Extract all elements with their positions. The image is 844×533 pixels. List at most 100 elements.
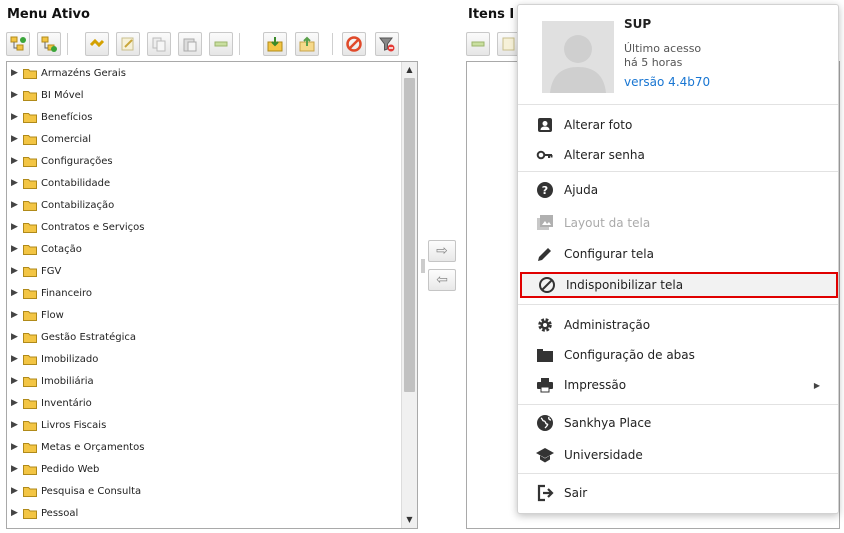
expand-arrow-icon[interactable]: ▶: [11, 486, 22, 496]
tree-node[interactable]: ▶ Cotação: [11, 238, 401, 260]
expand-arrow-icon[interactable]: ▶: [11, 178, 22, 188]
tree-node[interactable]: ▶ Comercial: [11, 128, 401, 150]
folder-icon: [23, 90, 37, 101]
menu-label: Layout da tela: [564, 216, 651, 230]
globe-icon: [537, 415, 553, 431]
expand-arrow-icon[interactable]: ▶: [11, 134, 22, 144]
expand-arrow-icon[interactable]: ▶: [11, 68, 22, 78]
tree-node[interactable]: ▶ Contabilização: [11, 194, 401, 216]
expand-arrow-icon[interactable]: ▶: [11, 420, 22, 430]
menu-tree-panel: ▶ Armazéns Gerais ▶ BI Móvel ▶ Benefícios ▶ Com…: [6, 61, 418, 529]
move-right-button[interactable]: ⇨: [428, 240, 456, 262]
paste-button[interactable]: [178, 32, 202, 56]
export-button[interactable]: [295, 32, 319, 56]
clear-filter-button[interactable]: [375, 32, 399, 56]
folder-icon: [23, 442, 37, 453]
menu-ajuda[interactable]: ? Ajuda: [518, 175, 838, 205]
expand-arrow-icon[interactable]: ▶: [11, 464, 22, 474]
expand-arrow-icon[interactable]: ▶: [11, 244, 22, 254]
tree-node[interactable]: ▶ Flow: [11, 304, 401, 326]
copy-button[interactable]: [147, 32, 171, 56]
tree-node-label: Flow: [41, 309, 64, 321]
menu-alterar-foto[interactable]: Alterar foto: [518, 110, 838, 140]
tree-node[interactable]: ▶ Pessoal: [11, 502, 401, 524]
expand-arrow-icon[interactable]: ▶: [11, 266, 22, 276]
remove-button[interactable]: [209, 32, 233, 56]
menu-indisponibilizar-tela[interactable]: Indisponibilizar tela: [520, 272, 838, 298]
tree-node[interactable]: ▶ BI Móvel: [11, 84, 401, 106]
tree-scrollbar[interactable]: ▲ ▼: [401, 62, 417, 528]
expand-arrow-icon[interactable]: ▶: [11, 398, 22, 408]
tree-node-label: Gestão Estratégica: [41, 331, 136, 343]
tree-node-label: Pedido Web: [41, 463, 100, 475]
folder-icon: [23, 112, 37, 123]
arrow-left-icon: ⇦: [436, 272, 448, 288]
folder-icon: [23, 156, 37, 167]
tree-node[interactable]: ▶ Gestão Estratégica: [11, 326, 401, 348]
tree-node[interactable]: ▶ FGV: [11, 260, 401, 282]
menu-sankhya-place[interactable]: Sankhya Place: [518, 408, 838, 438]
import-button[interactable]: [263, 32, 287, 56]
expand-arrow-icon[interactable]: ▶: [11, 376, 22, 386]
expand-arrow-icon[interactable]: ▶: [11, 508, 22, 518]
scroll-up-arrow-icon[interactable]: ▲: [402, 62, 417, 78]
tree-node[interactable]: ▶ Benefícios: [11, 106, 401, 128]
tree-node[interactable]: ▶ Armazéns Gerais: [11, 62, 401, 84]
tree-node-label: Financeiro: [41, 287, 93, 299]
tree-node[interactable]: ▶ Inventário: [11, 392, 401, 414]
move-left-button[interactable]: ⇦: [428, 269, 456, 291]
menu-impressao[interactable]: Impressão ▶: [518, 370, 838, 400]
items-remove-button[interactable]: [466, 32, 490, 56]
tree-node-label: BI Móvel: [41, 89, 84, 101]
expand-arrow-icon[interactable]: ▶: [11, 354, 22, 364]
refresh-button[interactable]: [85, 32, 109, 56]
tree-node[interactable]: ▶ Financeiro: [11, 282, 401, 304]
expand-arrow-icon[interactable]: ▶: [11, 442, 22, 452]
tree-node[interactable]: ▶ Metas e Orçamentos: [11, 436, 401, 458]
tree-node[interactable]: ▶ Configurações: [11, 150, 401, 172]
tree-node-label: Cotação: [41, 243, 82, 255]
no-entry-icon: [346, 36, 362, 52]
menu-configurar-tela[interactable]: Configurar tela: [518, 239, 838, 269]
copy-icon: [152, 37, 166, 52]
tree-node-label: Contabilidade: [41, 177, 111, 189]
tree-node[interactable]: ▶ Contabilidade: [11, 172, 401, 194]
menu-alterar-senha[interactable]: Alterar senha: [518, 140, 838, 170]
expand-arrow-icon[interactable]: ▶: [11, 156, 22, 166]
expand-arrow-icon[interactable]: ▶: [11, 90, 22, 100]
add-child-node-button[interactable]: [37, 32, 61, 56]
expand-arrow-icon[interactable]: ▶: [11, 288, 22, 298]
avatar[interactable]: [542, 21, 614, 93]
menu-sair[interactable]: Sair: [518, 478, 838, 508]
disable-button[interactable]: [342, 32, 366, 56]
menu-label: Sankhya Place: [564, 416, 652, 430]
expand-arrow-icon[interactable]: ▶: [11, 200, 22, 210]
menu-administracao[interactable]: Administração: [518, 310, 838, 340]
tree-node[interactable]: ▶ Pedido Web: [11, 458, 401, 480]
add-tree-node-button[interactable]: [6, 32, 30, 56]
folder-icon: [23, 398, 37, 409]
menu-configuracao-de-abas[interactable]: Configuração de abas: [518, 340, 838, 370]
logout-icon: [537, 484, 554, 502]
expand-arrow-icon[interactable]: ▶: [11, 332, 22, 342]
tree-node[interactable]: ▶ Livros Fiscais: [11, 414, 401, 436]
import-icon: [267, 37, 283, 52]
tree-node[interactable]: ▶ Pesquisa e Consulta: [11, 480, 401, 502]
expand-arrow-icon[interactable]: ▶: [11, 310, 22, 320]
tree-node[interactable]: ▶ Imobilizado: [11, 348, 401, 370]
version-link[interactable]: versão 4.4b70: [624, 75, 710, 89]
edit-icon: [502, 37, 515, 51]
scroll-thumb[interactable]: [404, 78, 415, 392]
folder-icon: [23, 310, 37, 321]
scroll-down-arrow-icon[interactable]: ▼: [402, 512, 417, 528]
export-icon: [299, 36, 315, 52]
expand-arrow-icon[interactable]: ▶: [11, 112, 22, 122]
tree-node[interactable]: ▶ Imobiliária: [11, 370, 401, 392]
expand-arrow-icon[interactable]: ▶: [11, 222, 22, 232]
menu-universidade[interactable]: Universidade: [518, 440, 838, 470]
last-access-value: há 5 horas: [624, 56, 683, 69]
tree-node[interactable]: ▶ Contratos e Serviços: [11, 216, 401, 238]
menu-label: Configurar tela: [564, 247, 654, 261]
splitter-grip-icon[interactable]: [421, 259, 425, 273]
edit-button[interactable]: [116, 32, 140, 56]
